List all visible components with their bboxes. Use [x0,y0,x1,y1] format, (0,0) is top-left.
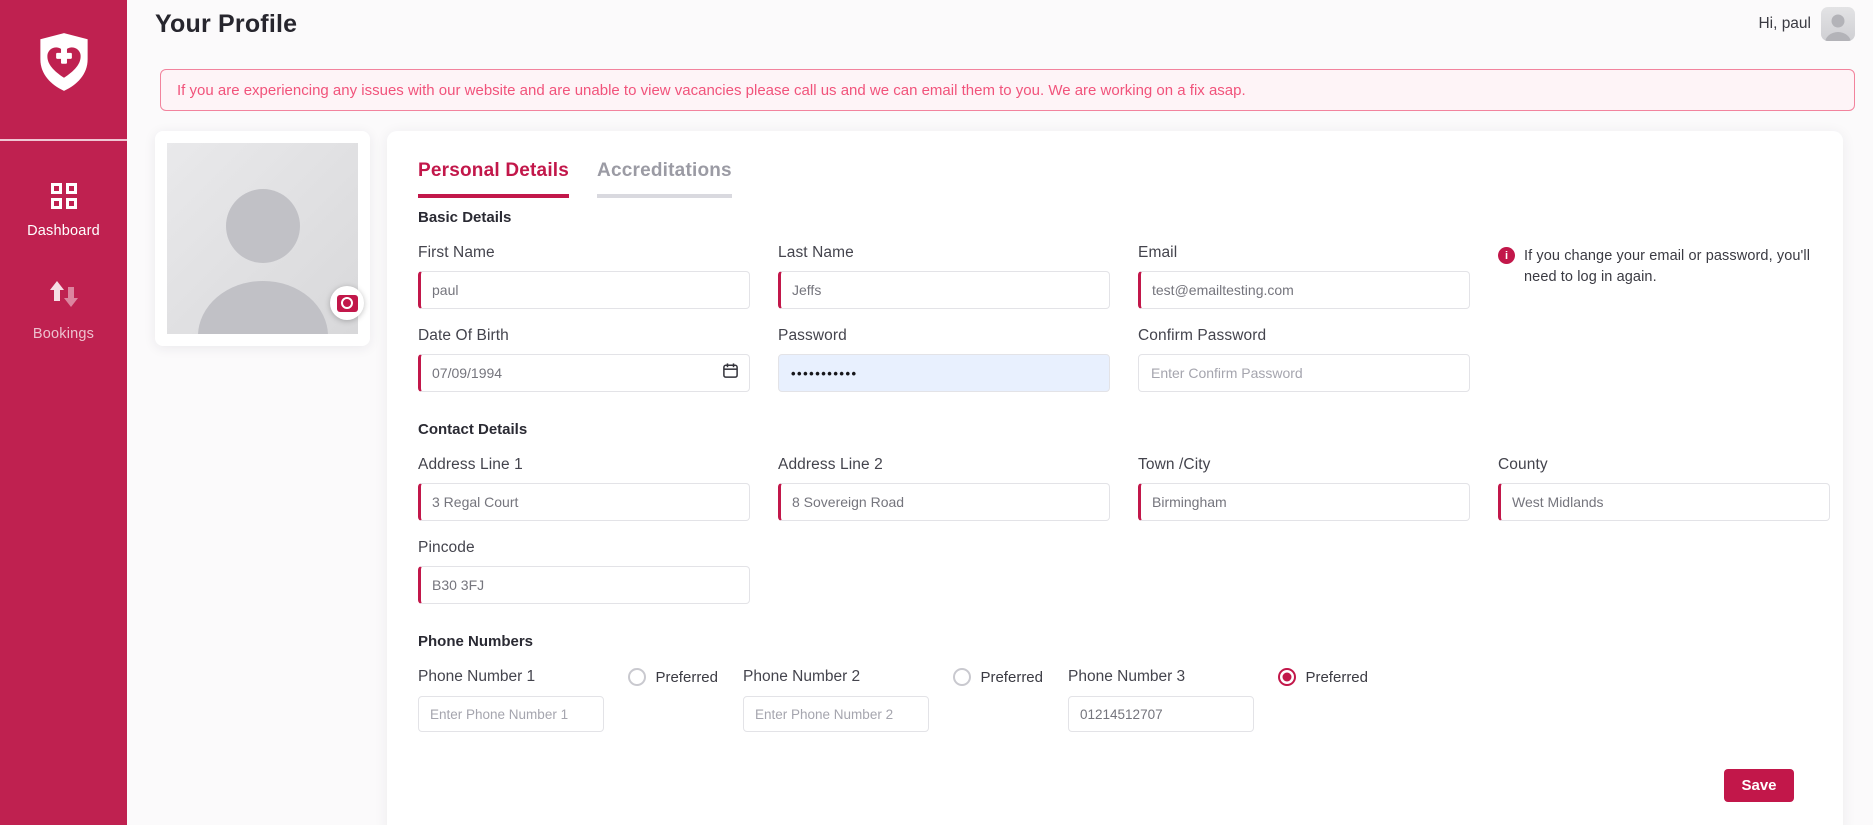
page-title: Your Profile [155,9,298,38]
upload-photo-button[interactable] [330,286,364,320]
county-label: County [1498,456,1548,473]
sidebar-item-bookings[interactable]: Bookings [0,239,127,342]
phone2-label: Phone Number 2 [743,668,861,685]
sidebar-nav: Dashboard Bookings [0,141,127,342]
sidebar-item-dashboard[interactable]: Dashboard [0,141,127,239]
user-avatar[interactable] [1821,7,1855,41]
sidebar-item-label: Bookings [32,326,95,342]
section-title-phone-numbers: Phone Numbers [418,633,534,650]
shield-heart-cross-icon [36,30,92,99]
email-field[interactable] [1138,271,1470,309]
first-name-label: First Name [418,244,495,261]
note-text: If you change your email or password, yo… [1524,248,1811,286]
pincode-label: Pincode [418,539,475,556]
sidebar-item-label: Dashboard [27,223,100,239]
phone2-preferred-radio[interactable]: Preferred [953,668,1043,686]
radio-icon [953,668,972,686]
phone2-field[interactable] [743,696,929,732]
user-greeting: Hi, paul [1758,15,1811,32]
address2-field[interactable] [778,483,1110,521]
password-label: Password [778,327,847,344]
phone3-preferred-radio[interactable]: Preferred [1278,668,1368,686]
last-name-label: Last Name [778,244,854,261]
address1-label: Address Line 1 [418,456,523,473]
site-alert-banner: If you are experiencing any issues with … [160,69,1855,111]
phone1-field[interactable] [418,696,604,732]
pincode-field[interactable] [418,566,750,604]
last-name-field[interactable] [778,271,1110,309]
profile-photo-card [155,131,370,346]
app-logo[interactable] [0,0,127,139]
sidebar: Dashboard Bookings [0,0,127,825]
county-field[interactable] [1498,483,1830,521]
tab-accreditations[interactable]: Accreditations [597,160,732,198]
grid-icon [50,183,77,209]
phone1-preferred-radio[interactable]: Preferred [628,668,718,686]
confirm-password-field[interactable] [1138,354,1470,392]
camera-icon [336,294,358,312]
phone3-label: Phone Number 3 [1068,668,1186,685]
person-icon [1825,14,1851,41]
alert-text: If you are experiencing any issues with … [177,81,1246,99]
profile-tabs: Personal Details Accreditations [418,160,1830,198]
phone-group-1: Phone Number 1 Preferred [418,668,718,732]
main-area: Your Profile Hi, paul If you are experie… [127,0,1873,825]
dob-field[interactable] [418,354,750,392]
phone-group-3: Phone Number 3 Preferred [1068,668,1368,732]
topbar: Your Profile Hi, paul [127,0,1873,48]
town-city-label: Town /City [1138,456,1211,473]
address2-label: Address Line 2 [778,456,883,473]
phone3-field[interactable] [1068,696,1254,732]
dob-label: Date Of Birth [418,327,509,344]
town-city-field[interactable] [1138,483,1470,521]
section-title-basic-details: Basic Details [418,209,512,226]
phone-group-2: Phone Number 2 Preferred [743,668,1043,732]
profile-form-card: Personal Details Accreditations Basic De… [387,131,1843,825]
arrows-up-down-icon [49,281,79,312]
email-password-note: i If you change your email or password, … [1498,246,1830,309]
info-icon: i [1498,247,1515,264]
phone1-label: Phone Number 1 [418,668,536,685]
address1-field[interactable] [418,483,750,521]
radio-icon [628,668,647,686]
section-title-contact-details: Contact Details [418,421,528,438]
phone-numbers-row: Phone Number 1 Preferred Phone Number 2 [418,668,1830,732]
save-button[interactable]: Save [1724,769,1794,802]
radio-selected-icon [1278,668,1297,686]
password-field[interactable] [778,354,1110,392]
confirm-password-label: Confirm Password [1138,327,1267,344]
person-icon [225,188,300,263]
email-label: Email [1138,244,1178,261]
first-name-field[interactable] [418,271,750,309]
tab-personal-details[interactable]: Personal Details [418,160,570,198]
